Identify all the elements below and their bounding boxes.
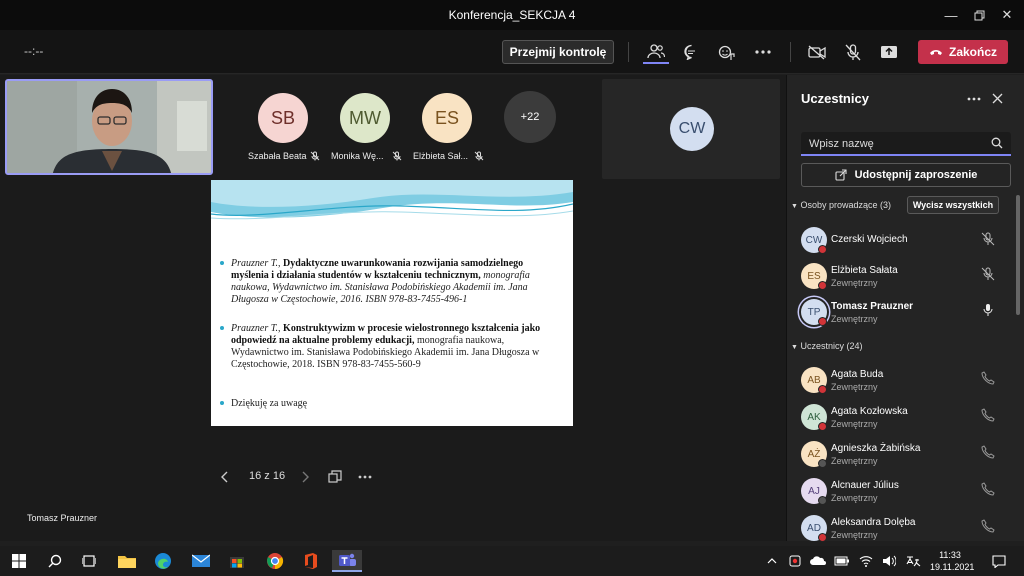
mic-off-icon [474,151,484,161]
participant-row[interactable]: AŻ Agnieszka Żabińska Zewnętrzny [801,439,1001,473]
presenter-name: Tomasz Prauzner [27,513,98,523]
status-badge [818,245,827,254]
search-icon [991,137,1003,149]
mic-off-icon [981,267,995,281]
edge-icon[interactable] [148,550,178,572]
participants-panel: Uczestnicy Udostępnij zaproszenie ▼ Osob… [786,75,1024,542]
windows-start-icon[interactable] [4,550,34,572]
participant-avatar-es[interactable]: ES [422,93,472,143]
system-clock[interactable]: 11:33 19.11.2021 [930,549,974,573]
shared-slide: Prauzner T., Dydaktyczne uwarunkowania r… [211,180,573,426]
battery-icon[interactable] [832,550,852,572]
volume-icon[interactable] [879,550,899,572]
mic-off-icon [310,151,320,161]
participant-name: Szabała Beata [248,151,307,161]
phone-hangup-icon [929,50,942,55]
phone-icon [981,445,995,459]
teams-window: Konferencja_SEKCJA 4 — ✕ --:-- Przejmij … [0,0,1024,576]
mute-all-button[interactable]: Wycisz wszystkich [907,196,999,214]
participant-tile: CW [602,79,780,179]
take-control-button[interactable]: Przejmij kontrolę [502,40,614,64]
share-icon [835,169,847,181]
file-explorer-icon[interactable] [112,550,142,572]
overflow-participants-button[interactable]: +22 [504,91,556,143]
phone-icon [981,482,995,496]
status-badge [818,459,827,468]
slide-counter: 16 z 16 [249,470,286,482]
title-bar: Konferencja_SEKCJA 4 — ✕ [0,0,1024,30]
store-icon[interactable] [222,550,252,572]
slide-pager: 16 z 16 [220,467,380,487]
participant-row[interactable]: AD Aleksandra Dolęba Zewnętrzny [801,513,1001,547]
wifi-icon[interactable] [856,550,876,572]
window-title: Konferencja_SEKCJA 4 [448,8,576,22]
status-badge [818,422,827,431]
reactions-icon[interactable] [714,40,740,64]
attendees-section-header[interactable]: ▼ Uczestnicy (24) [791,341,862,351]
participant-row[interactable]: AJ Alcnauer Július Zewnętrzny [801,476,1001,510]
more-icon [358,475,372,479]
mic-off-icon [981,232,995,246]
mail-icon[interactable] [186,550,216,572]
end-call-button[interactable]: Zakończ [918,40,1008,64]
language-icon[interactable] [902,550,924,572]
participant-avatar-cw: CW [670,107,714,151]
status-badge [818,281,827,290]
participant-name: Elżbieta Sał... [413,151,469,161]
slide-reference-2: Prauzner T., Konstruktywizm w procesie w… [220,323,551,371]
participant-avatar-mw[interactable]: MW [340,93,390,143]
tray-chevron-icon[interactable] [762,550,782,572]
participant-search[interactable] [801,132,1011,156]
share-screen-icon[interactable] [876,40,902,64]
participant-row[interactable]: AB Agata Buda Zewnętrzny [801,365,1001,399]
close-panel-icon[interactable] [992,93,1003,104]
panel-scrollbar[interactable] [1016,195,1020,315]
chrome-icon[interactable] [260,550,290,572]
slide-reference-1: Prauzner T., Dydaktyczne uwarunkowania r… [220,258,551,306]
status-badge [818,533,827,542]
status-badge [818,317,827,326]
presenters-section-header[interactable]: ▼ Osoby prowadzące (3) [791,200,891,210]
participant-avatar-sb[interactable]: SB [258,93,308,143]
participant-row[interactable]: ES Elżbieta Sałata Zewnętrzny [801,261,1001,295]
onedrive-icon[interactable] [808,550,828,572]
status-badge [818,496,827,505]
participants-icon[interactable] [643,40,669,64]
search-input[interactable] [809,136,979,152]
slide-wave-decoration [211,180,573,226]
chat-icon[interactable] [678,40,704,64]
notifications-icon[interactable] [988,550,1010,572]
next-slide-icon [302,471,309,483]
status-badge [818,385,827,394]
participant-row[interactable]: CW Czerski Wojciech [801,225,1001,259]
meeting-toolbar: --:-- Przejmij kontrolę Zakończ [0,30,1024,74]
more-actions-icon[interactable] [750,40,776,64]
search-icon[interactable] [40,550,70,572]
meeting-timer: --:-- [24,44,44,58]
participant-row[interactable]: TP Tomasz Prauzner Zewnętrzny [801,297,1001,331]
camera-off-icon[interactable] [804,40,830,64]
close-window-icon[interactable]: ✕ [990,0,1024,30]
task-view-icon[interactable] [74,550,104,572]
teams-icon[interactable] [332,550,362,572]
participant-row[interactable]: AK Agata Kozłowska Zewnętrzny [801,402,1001,436]
slides-overview-icon [328,470,342,483]
record-icon[interactable] [785,550,805,572]
office-icon[interactable] [296,550,326,572]
panel-more-icon[interactable] [967,97,981,101]
slide-thanks: Dziękuję za uwagę [220,398,551,410]
mic-on-icon [983,304,993,316]
phone-icon [981,519,995,533]
share-invite-button[interactable]: Udostępnij zaproszenie [801,163,1011,187]
windows-taskbar: 11:33 19.11.2021 [0,546,1024,576]
prev-slide-icon [221,471,228,483]
phone-icon [981,371,995,385]
phone-icon [981,408,995,422]
mic-off-icon [392,151,402,161]
self-video [5,79,213,175]
meeting-stage: SB Szabała Beata MW Monika Wę... ES Elżb… [0,75,786,541]
mic-off-icon[interactable] [840,40,866,64]
participant-name: Monika Wę... [331,151,384,161]
panel-title: Uczestnicy [801,91,869,106]
